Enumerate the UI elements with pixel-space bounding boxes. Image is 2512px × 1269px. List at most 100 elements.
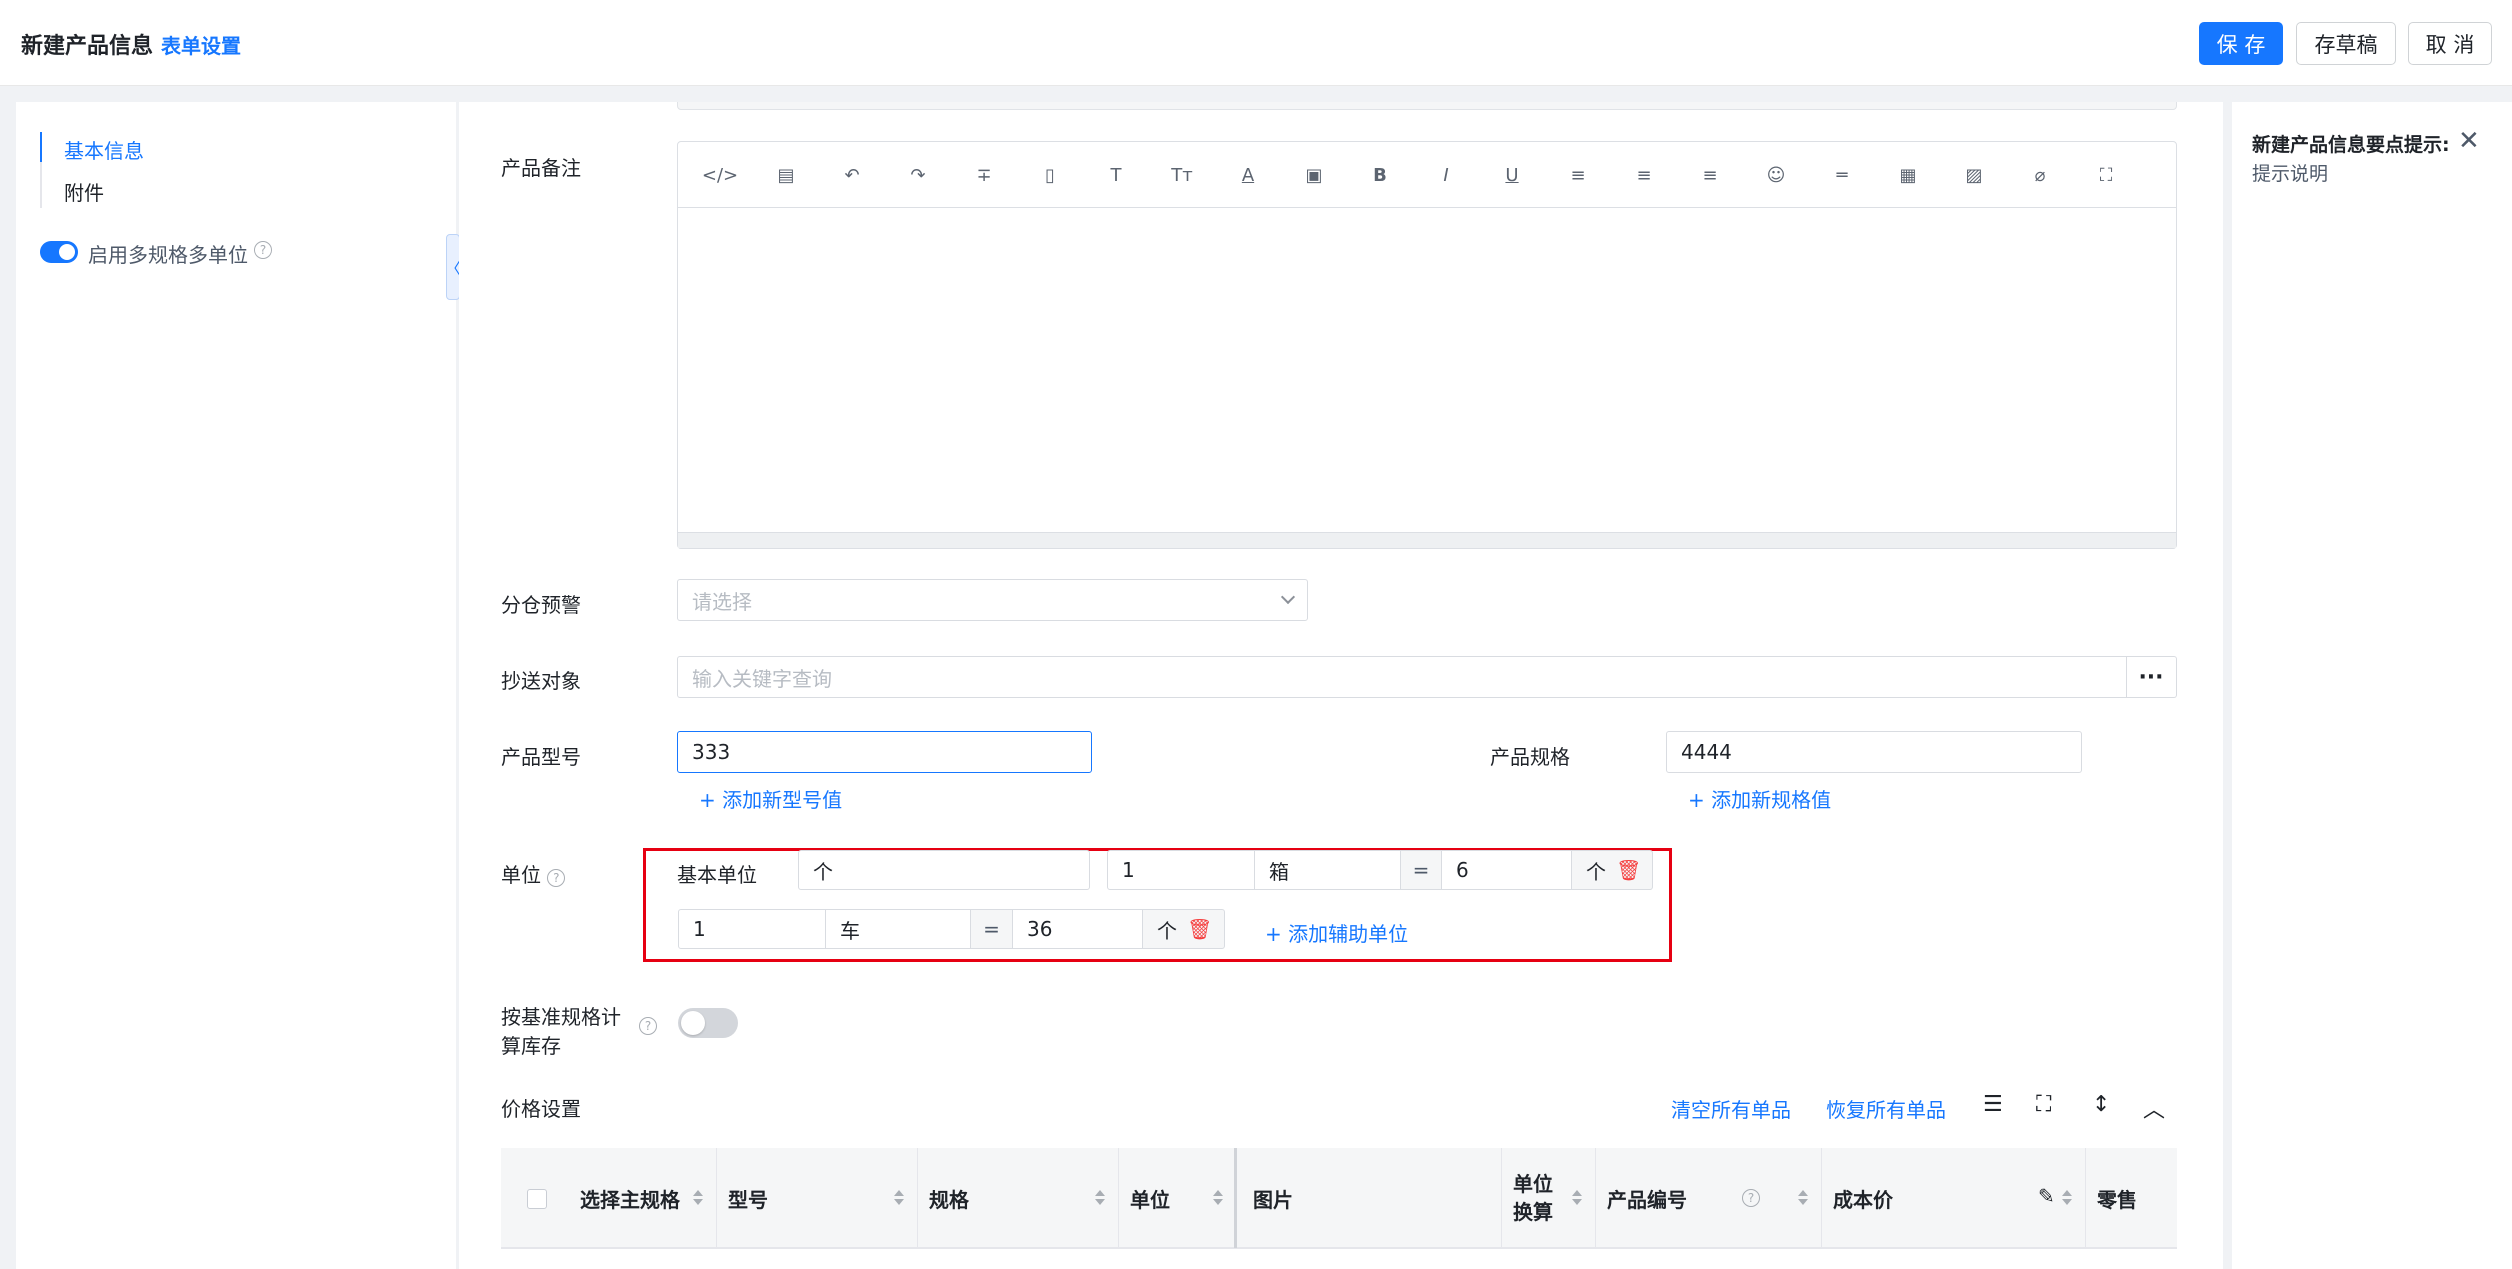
italic-icon[interactable]: I [1433,162,1459,188]
cancel-button[interactable]: 取 消 [2408,22,2492,65]
select-all-checkbox[interactable] [527,1189,547,1209]
multi-spec-toggle[interactable] [40,241,78,263]
base-unit-input[interactable]: 个 [798,850,1090,890]
aux-unit-qty-input[interactable]: 1 [678,909,826,949]
sort-icon[interactable] [894,1190,904,1205]
price-settings-title: 价格设置 [501,1097,581,1121]
bold-icon[interactable]: B [1367,162,1393,188]
table-icon[interactable]: ▦ [1895,162,1921,188]
editor-toolbar: </> ▤ ↶ ↷ ∓ ▯ T Tт A ▣ B I U ≡ ≡ ≡ ☺ ═ ▦… [678,142,2176,208]
equals-sign: = [970,909,1013,949]
align-right-icon[interactable]: ≡ [1697,162,1723,188]
remark-label: 产品备注 [501,156,581,180]
divider-icon[interactable]: ═ [1829,162,1855,188]
sort-icon[interactable] [1095,1190,1105,1205]
help-icon[interactable]: ? [547,869,566,887]
column-header[interactable]: 选择主规格 [568,1148,680,1248]
calc-by-spec-label: 按基准规格计 [501,1005,621,1029]
align-left-icon[interactable]: ≡ [1565,162,1591,188]
sidebar-collapse-handle[interactable]: 〈 [445,234,461,300]
warehouse-warning-select[interactable]: 请选择 [677,579,1308,621]
font-color-icon[interactable]: A [1235,162,1261,188]
model-input[interactable]: 333 [677,731,1092,773]
form-settings-link[interactable]: 表单设置 [161,30,241,59]
help-icon[interactable]: ? [1742,1189,1760,1207]
column-header[interactable]: 单位换算 [1501,1148,1571,1248]
save-button[interactable]: 保 存 [2199,22,2283,65]
line-height-icon[interactable]: ☰ [1983,1092,2003,1117]
sort-icon[interactable] [1213,1190,1223,1205]
column-header[interactable]: 单位 [1118,1148,1170,1248]
strikethrough-icon[interactable]: ∓ [971,162,997,188]
aux-unit-factor-input[interactable]: 36 [1012,909,1143,949]
aux-unit-qty-input[interactable]: 1 [1107,850,1255,890]
page-title: 新建产品信息 [21,34,154,59]
add-aux-unit-link[interactable]: + 添加辅助单位 [1265,918,1408,947]
font-size-icon[interactable]: Tт [1169,162,1195,188]
column-separator [1234,1148,1237,1248]
price-table-header: 选择主规格 型号 规格 单位 图片 单位换算 产品编号 ? 成本价 ✎ 零售 [501,1148,2177,1248]
column-header[interactable]: 图片 [1241,1148,1293,1248]
fullscreen-icon[interactable]: ⛶ [2093,162,2119,188]
column-header[interactable]: 零售 [2085,1148,2137,1248]
underline-icon[interactable]: U [1499,162,1525,188]
base-unit-label: 基本单位 [677,863,757,887]
add-model-link[interactable]: + 添加新型号值 [699,784,842,813]
sort-icon[interactable] [1798,1190,1808,1205]
attachment-icon[interactable]: ⌀ [2027,162,2053,188]
chevron-down-icon [1280,589,1296,605]
editor-resize-bar[interactable] [678,532,2176,548]
add-spec-link[interactable]: + 添加新规格值 [1688,784,1831,813]
redo-icon[interactable]: ↷ [905,162,931,188]
sort-icon[interactable] [693,1190,703,1205]
vertical-resize-icon[interactable]: ↕ [2092,1092,2110,1117]
column-header[interactable]: 规格 [917,1148,969,1248]
aux-unit-name-input[interactable]: 车 [825,909,971,949]
emoji-icon[interactable]: ☺ [1763,162,1789,188]
base-unit-suffix: 个 [1586,859,1606,884]
sort-icon[interactable] [1572,1190,1582,1205]
anchor-track [40,132,42,208]
help-icon[interactable]: ? [254,241,272,259]
edit-icon[interactable]: ✎ [2038,1184,2055,1208]
aux-unit-factor-input[interactable]: 6 [1441,850,1572,890]
column-header[interactable]: 产品编号 [1595,1148,1687,1248]
spec-input[interactable]: 4444 [1666,731,2082,773]
main-form: 产品备注 </> ▤ ↶ ↷ ∓ ▯ T Tт A ▣ B I U ≡ ≡ ≡ … [459,102,2223,1269]
undo-icon[interactable]: ↶ [839,162,865,188]
spec-label: 产品规格 [1490,745,1570,769]
image-icon[interactable]: ▨ [1961,162,1987,188]
anchor-attachments[interactable]: 附件 [64,177,104,206]
rich-text-editor[interactable]: </> ▤ ↶ ↷ ∓ ▯ T Tт A ▣ B I U ≡ ≡ ≡ ☺ ═ ▦… [677,141,2177,549]
template-icon[interactable]: ▤ [773,162,799,188]
help-icon[interactable]: ? [639,1017,657,1035]
chevron-up-icon[interactable]: ︿ [2143,1092,2165,1124]
cc-target-placeholder: 输入关键字查询 [692,666,832,691]
column-header[interactable]: 成本价 [1821,1148,1893,1248]
restore-all-items-link[interactable]: 恢复所有单品 [1826,1094,1946,1123]
save-draft-button[interactable]: 存草稿 [2296,22,2396,65]
background-color-icon[interactable]: ▣ [1301,162,1327,188]
tip-panel-title: 新建产品信息要点提示: [2252,134,2450,156]
heading-icon[interactable]: T [1103,162,1129,188]
trash-icon[interactable]: 🗑 [1187,917,1212,941]
equals-sign: = [1400,850,1442,890]
left-sidebar: 基本信息 附件 启用多规格多单位 ? [16,102,456,1269]
align-center-icon[interactable]: ≡ [1631,162,1657,188]
close-icon[interactable]: ✕ [2458,126,2480,156]
anchor-basic-info[interactable]: 基本信息 [64,135,144,164]
code-icon[interactable]: </> [702,162,738,188]
tip-panel-desc: 提示说明 [2252,163,2329,185]
fullscreen-icon[interactable]: ⛶ [2036,1092,2051,1117]
column-header[interactable]: 型号 [716,1148,768,1248]
more-options-button[interactable]: ··· [2126,656,2177,698]
sort-icon[interactable] [2062,1190,2072,1205]
cc-target-input[interactable]: 输入关键字查询 [677,656,2127,698]
multi-spec-toggle-label: 启用多规格多单位 [88,243,248,267]
calc-by-spec-toggle[interactable] [678,1008,738,1038]
calc-by-spec-label-line2: 算库存 [501,1034,561,1058]
clear-all-items-link[interactable]: 清空所有单品 [1671,1094,1791,1123]
document-icon[interactable]: ▯ [1037,162,1063,188]
aux-unit-name-input[interactable]: 箱 [1254,850,1401,890]
trash-icon[interactable]: 🗑 [1616,858,1641,882]
